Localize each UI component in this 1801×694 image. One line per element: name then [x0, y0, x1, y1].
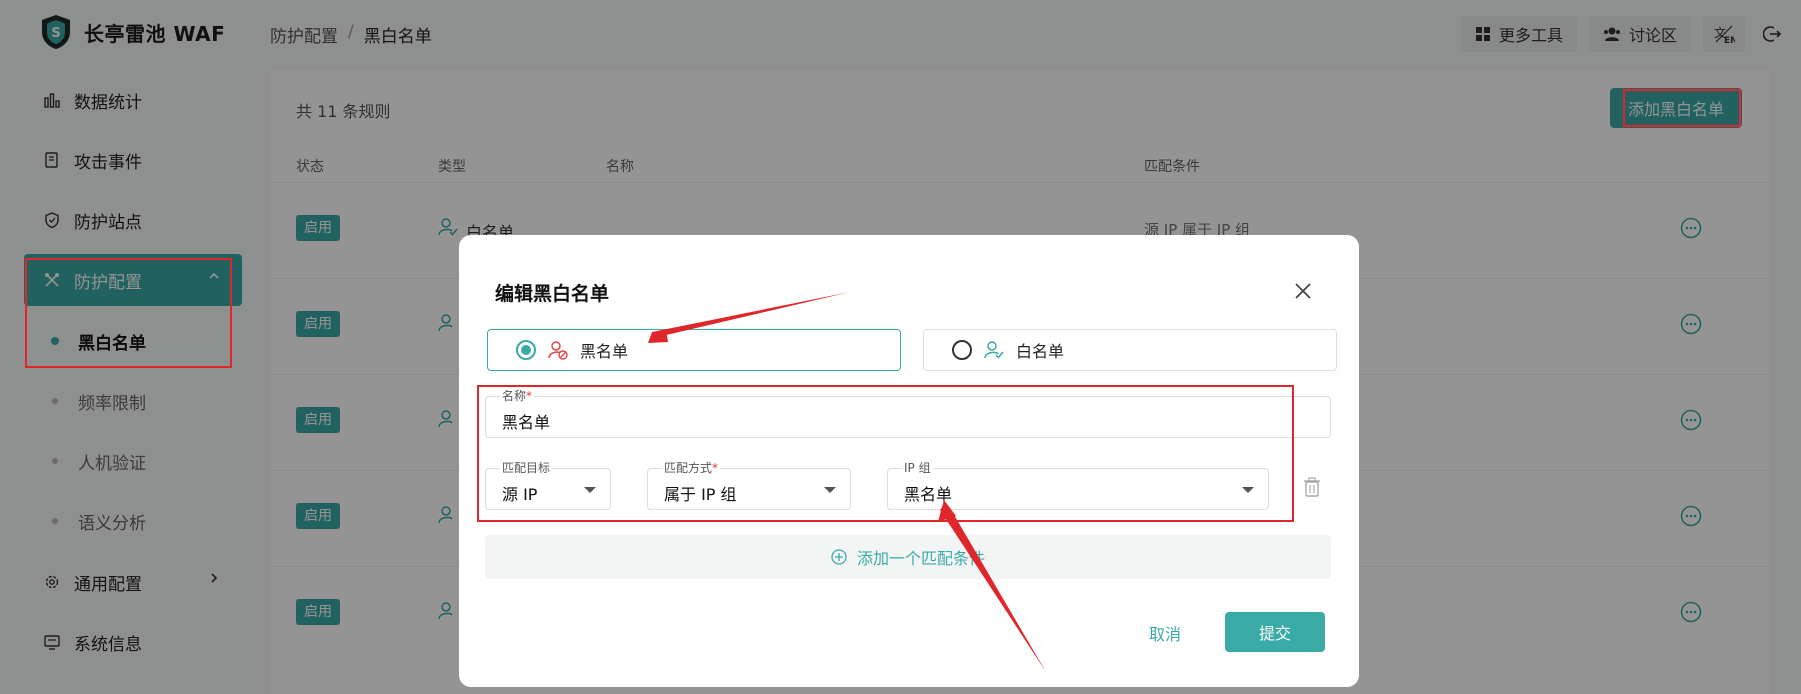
submit-button[interactable]: 提交 — [1225, 612, 1325, 652]
edit-blackwhite-dialog: 编辑黑白名单 黑名单 白名单 名称* 黑名单 匹配目标 源 IP 匹配方式* 属… — [459, 235, 1359, 687]
add-condition-button[interactable]: 添加一个匹配条件 — [485, 535, 1331, 579]
plus-circle-icon — [831, 549, 847, 565]
close-icon[interactable] — [1291, 279, 1315, 303]
match-target-select[interactable]: 匹配目标 源 IP — [485, 461, 611, 510]
radio-whitelist[interactable]: 白名单 — [923, 329, 1337, 371]
user-check-icon — [984, 341, 1004, 359]
radio-unchecked-icon — [952, 340, 972, 360]
user-block-icon — [548, 341, 568, 360]
name-field-label: 名称* — [500, 389, 535, 403]
caret-down-icon — [1242, 487, 1254, 493]
radio-whitelist-label: 白名单 — [1016, 342, 1065, 361]
ip-group-select[interactable]: IP 组 黑名单 — [887, 461, 1269, 510]
caret-down-icon — [824, 487, 836, 493]
add-condition-label: 添加一个匹配条件 — [856, 549, 985, 568]
match-target-value: 源 IP — [502, 485, 538, 504]
dialog-title: 编辑黑白名单 — [495, 283, 610, 305]
radio-checked-icon — [516, 340, 536, 360]
caret-down-icon — [584, 487, 596, 493]
ip-group-value: 黑名单 — [904, 485, 953, 504]
cancel-button[interactable]: 取消 — [1149, 621, 1181, 645]
trash-icon[interactable] — [1303, 477, 1321, 497]
radio-blacklist[interactable]: 黑名单 — [487, 329, 901, 371]
radio-blacklist-label: 黑名单 — [580, 342, 629, 361]
name-field[interactable]: 名称* 黑名单 — [485, 389, 1331, 438]
name-field-value[interactable]: 黑名单 — [502, 409, 550, 433]
match-method-value: 属于 IP 组 — [664, 485, 737, 504]
match-method-label: 匹配方式* — [662, 461, 721, 475]
ip-group-label: IP 组 — [902, 461, 933, 475]
match-method-select[interactable]: 匹配方式* 属于 IP 组 — [647, 461, 851, 510]
match-target-label: 匹配目标 — [500, 461, 553, 475]
